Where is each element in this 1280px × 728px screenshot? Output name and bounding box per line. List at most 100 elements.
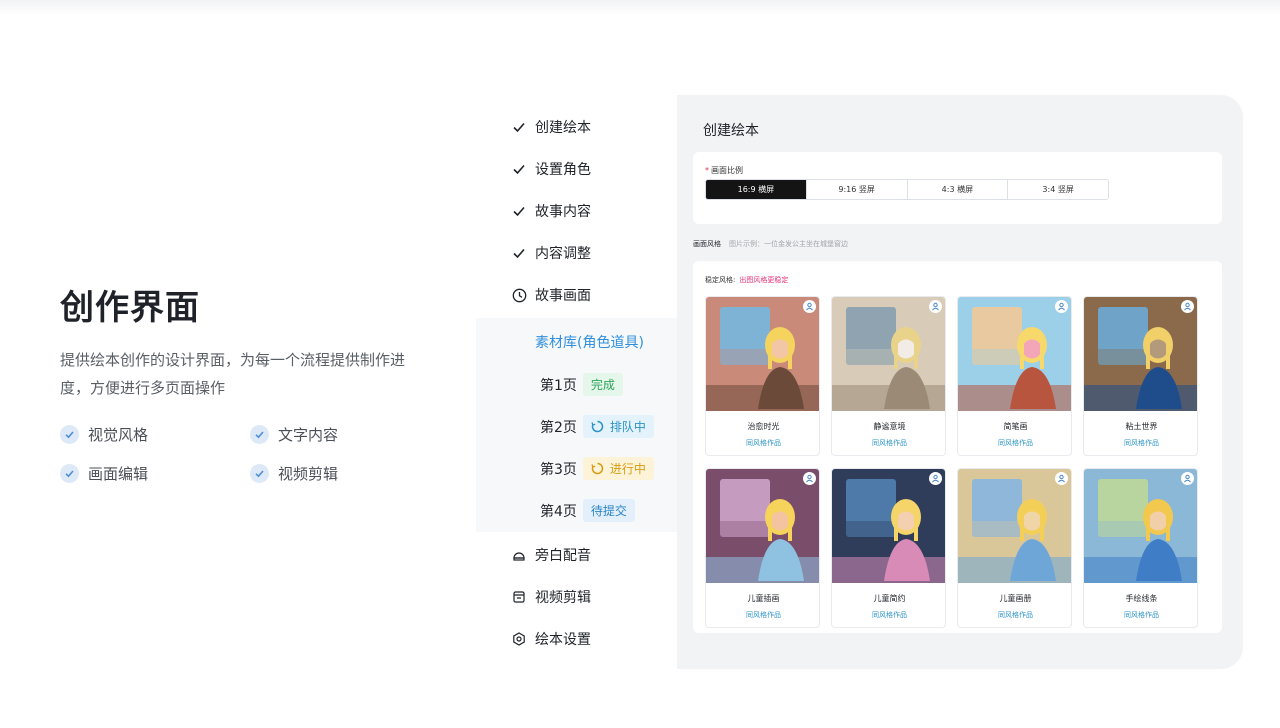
user-icon[interactable]	[1055, 472, 1068, 485]
feature-item: 画面编辑	[60, 463, 250, 484]
style-card[interactable]: 静谧意境 同风格作品	[831, 296, 946, 456]
same-style-link[interactable]: 同风格作品	[832, 610, 945, 620]
stable-style-value: 出图风格更稳定	[739, 276, 789, 284]
user-icon[interactable]	[803, 472, 816, 485]
required-mark: *	[705, 166, 709, 175]
style-name: 治愈时光	[747, 422, 780, 431]
check-icon	[511, 161, 527, 177]
ratio-segmented-control: 16:9 横屏 9:16 竖屏 4:3 横屏 3:4 竖屏	[705, 179, 1109, 200]
ratio-option-4-3[interactable]: 4:3 横屏	[907, 180, 1009, 199]
check-circle-icon	[250, 425, 269, 444]
style-card[interactable]: 儿童画册 同风格作品	[957, 468, 1072, 628]
style-name: 手绘线条	[1125, 594, 1158, 603]
step-sidebar: 创建绘本 设置角色 故事内容 内容调整 故事画面 素材库(角色道具) 第1页 完…	[476, 106, 678, 670]
user-icon[interactable]	[1181, 300, 1194, 313]
step-label: 绘本设置	[535, 632, 591, 648]
step-label: 故事画面	[535, 288, 591, 304]
same-style-link[interactable]: 同风格作品	[706, 610, 819, 620]
style-preview-image	[832, 469, 945, 583]
step-video-edit[interactable]: 视频剪辑	[476, 576, 678, 618]
style-label: 画面风格	[693, 240, 721, 248]
main-panel: 创建绘本 * 画面比例 16:9 横屏 9:16 竖屏 4:3 横屏 3:4 竖屏…	[677, 95, 1243, 669]
step-voiceover[interactable]: 旁白配音	[476, 534, 678, 576]
step-label: 视频剪辑	[535, 590, 591, 606]
step-create-book[interactable]: 创建绘本	[476, 106, 678, 148]
hero-description: 提供绘本创作的设计界面，为每一个流程提供制作进度，方便进行多页面操作	[60, 351, 406, 397]
stable-style-key: 稳定风格:	[705, 276, 736, 284]
status-badge: 完成	[582, 373, 623, 396]
step-set-character[interactable]: 设置角色	[476, 148, 678, 190]
material-library-link[interactable]: 素材库(角色道具)	[535, 332, 644, 352]
page-row-3[interactable]: 第3页 进行中	[540, 457, 654, 480]
feature-label: 视觉风格	[88, 426, 149, 444]
status-text: 待提交	[590, 504, 627, 518]
style-name: 儿童画册	[999, 594, 1032, 603]
style-preview-image	[958, 297, 1071, 411]
style-card[interactable]: 儿童插画 同风格作品	[705, 468, 820, 628]
top-band	[0, 0, 1280, 16]
page-row-4[interactable]: 第4页 待提交	[540, 499, 635, 522]
loading-icon	[591, 420, 604, 433]
same-style-link[interactable]: 同风格作品	[958, 610, 1071, 620]
step-story-content[interactable]: 故事内容	[476, 190, 678, 232]
ratio-label-text: 画面比例	[711, 166, 743, 175]
step-label: 故事内容	[535, 204, 591, 220]
check-icon	[511, 245, 527, 261]
step-content-adjust[interactable]: 内容调整	[476, 232, 678, 274]
style-name: 儿童简约	[873, 594, 906, 603]
user-icon[interactable]	[929, 300, 942, 313]
feature-item: 视觉风格	[60, 424, 250, 445]
style-grid-card: 稳定风格: 出图风格更稳定 治愈时光 同风格作品 静谧意境 同风格作品 简笔画 同风格作品粘…	[693, 261, 1222, 633]
status-text: 进行中	[609, 462, 646, 476]
style-card[interactable]: 治愈时光 同风格作品	[705, 296, 820, 456]
same-style-link[interactable]: 同风格作品	[1084, 610, 1197, 620]
step-label: 内容调整	[535, 246, 591, 262]
video-edit-icon	[511, 589, 527, 605]
style-card[interactable]: 粘土世界 同风格作品	[1083, 296, 1198, 456]
style-preview-image	[706, 297, 819, 411]
feature-item: 视频剪辑	[250, 463, 440, 484]
style-card[interactable]: 手绘线条 同风格作品	[1083, 468, 1198, 628]
style-name: 简笔画	[1003, 422, 1028, 431]
status-badge: 待提交	[582, 499, 635, 522]
style-preview-image	[1084, 469, 1197, 583]
page-title: 创建绘本	[703, 123, 759, 139]
same-style-link[interactable]: 同风格作品	[1084, 438, 1197, 448]
feature-label: 文字内容	[278, 426, 339, 444]
check-icon	[511, 119, 527, 135]
feature-list: 视觉风格 文字内容 画面编辑 视频剪辑	[60, 424, 440, 484]
story-frames-subpanel: 素材库(角色道具) 第1页 完成 第2页 排队中 第3页 进行中 第4页 待提交	[476, 318, 678, 532]
style-card[interactable]: 儿童简约 同风格作品	[831, 468, 946, 628]
check-circle-icon	[60, 464, 79, 483]
step-story-frames[interactable]: 故事画面	[476, 274, 678, 316]
user-icon[interactable]	[929, 472, 942, 485]
stable-style-label: 稳定风格: 出图风格更稳定	[705, 275, 788, 285]
feature-label: 视频剪辑	[278, 465, 339, 483]
page-label: 第3页	[540, 461, 577, 478]
user-icon[interactable]	[1181, 472, 1194, 485]
user-icon[interactable]	[803, 300, 816, 313]
status-badge: 排队中	[582, 415, 654, 438]
page-row-1[interactable]: 第1页 完成	[540, 373, 623, 396]
page-label: 第2页	[540, 419, 577, 436]
step-book-settings[interactable]: 绘本设置	[476, 618, 678, 660]
style-name: 静谧意境	[873, 422, 906, 431]
check-circle-icon	[250, 464, 269, 483]
user-icon[interactable]	[1055, 300, 1068, 313]
style-preview-image	[958, 469, 1071, 583]
ratio-option-9-16[interactable]: 9:16 竖屏	[806, 180, 908, 199]
ratio-option-3-4[interactable]: 3:4 竖屏	[1008, 180, 1108, 199]
page-label: 第4页	[540, 503, 577, 520]
hero-title: 创作界面	[60, 288, 200, 328]
style-card[interactable]: 简笔画 同风格作品	[957, 296, 1072, 456]
page-row-2[interactable]: 第2页 排队中	[540, 415, 654, 438]
ratio-option-16-9[interactable]: 16:9 横屏	[706, 180, 807, 199]
check-circle-icon	[60, 425, 79, 444]
same-style-link[interactable]: 同风格作品	[958, 438, 1071, 448]
same-style-link[interactable]: 同风格作品	[706, 438, 819, 448]
same-style-link[interactable]: 同风格作品	[832, 438, 945, 448]
style-preview-image	[706, 469, 819, 583]
status-text: 排队中	[609, 420, 646, 434]
status-text: 完成	[590, 378, 615, 392]
step-label: 创建绘本	[535, 120, 591, 136]
